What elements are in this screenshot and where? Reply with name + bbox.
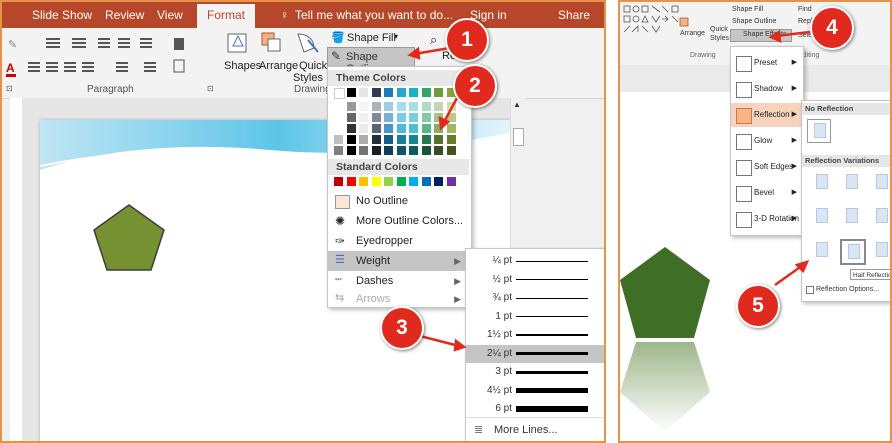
callout-3: 3 [380, 306, 424, 350]
callout-pointer-lines [407, 29, 811, 352]
callout-2: 2 [453, 64, 497, 108]
callout-1: 1 [445, 18, 489, 62]
callout-4: 4 [810, 6, 854, 50]
callout-5: 5 [736, 284, 780, 328]
